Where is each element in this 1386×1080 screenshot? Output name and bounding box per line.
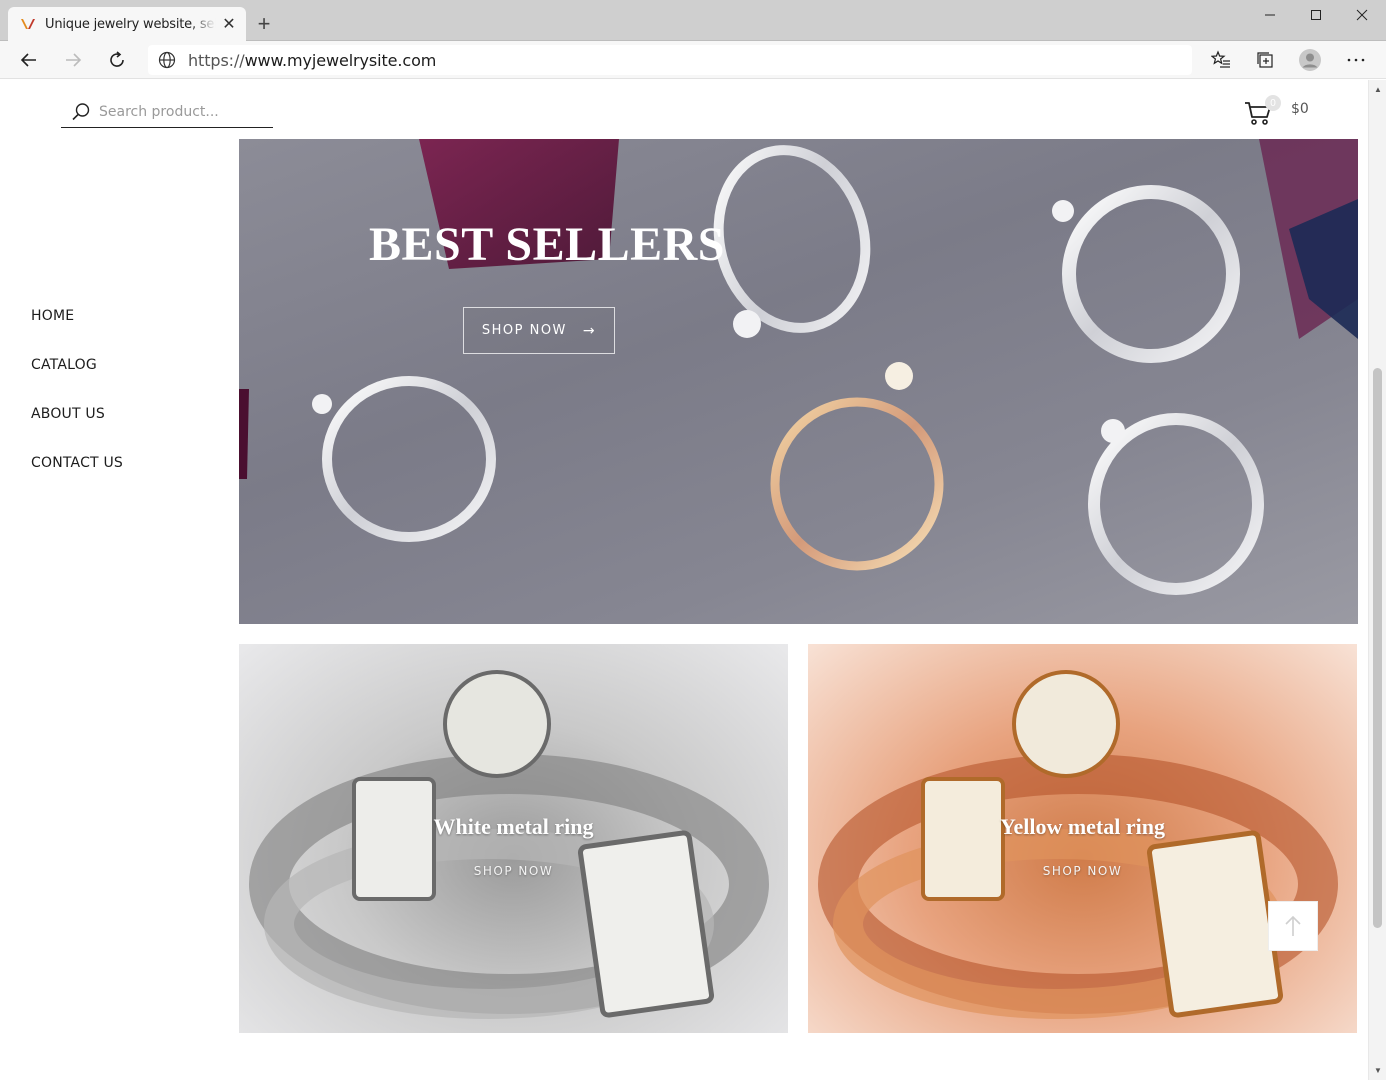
arrow-right-icon: → — [582, 322, 597, 339]
side-navigation: HOME CATALOG ABOUT US CONTACT US — [31, 308, 123, 504]
minimize-button[interactable] — [1247, 0, 1293, 30]
maximize-button[interactable] — [1293, 0, 1339, 30]
category-card-white-metal[interactable]: White metal ring SHOP NOW — [239, 644, 788, 1033]
back-arrow-icon — [20, 53, 36, 67]
hero-title: BEST SELLERS — [369, 218, 725, 271]
favorites-icon — [1211, 50, 1230, 68]
url-host: www.myjewelrysite.com — [244, 50, 437, 70]
nav-item-home[interactable]: HOME — [31, 308, 123, 357]
search-input[interactable] — [99, 104, 269, 120]
category-shop-now-yellow[interactable]: SHOP NOW — [808, 864, 1357, 878]
cart-button[interactable]: 0 — [1243, 94, 1281, 126]
url-protocol: https:// — [188, 50, 245, 70]
url-text: https://www.myjewelrysite.com — [188, 51, 436, 70]
site-favicon-icon — [21, 19, 35, 29]
hero-shop-now-button[interactable]: SHOP NOW → — [463, 307, 615, 354]
hero-shop-now-label: SHOP NOW — [481, 323, 567, 338]
nav-item-contact-us[interactable]: CONTACT US — [31, 455, 123, 504]
more-icon — [1347, 58, 1365, 62]
scroll-down-icon[interactable]: ▼ — [1373, 1065, 1383, 1075]
more-button[interactable] — [1340, 45, 1372, 75]
forward-arrow-icon — [66, 53, 82, 67]
collections-icon — [1257, 52, 1273, 68]
address-bar[interactable]: https://www.myjewelrysite.com — [148, 45, 1192, 75]
scroll-up-icon[interactable]: ▲ — [1373, 84, 1383, 94]
page-content: 0 $0 HOME CATALOG ABOUT US CONTACT US — [0, 80, 1368, 1080]
minimize-icon — [1265, 14, 1275, 16]
nav-item-catalog[interactable]: CATALOG — [31, 357, 123, 406]
tab-close-icon[interactable]: ✕ — [220, 15, 238, 33]
globe-icon — [158, 51, 176, 69]
scrollbar-thumb[interactable] — [1373, 368, 1382, 928]
back-to-top-button[interactable] — [1268, 901, 1318, 951]
browser-tabstrip: Unique jewelry website, selling jewelry … — [0, 0, 1386, 41]
back-button[interactable] — [14, 45, 44, 75]
collections-button[interactable] — [1249, 45, 1281, 75]
favorites-button[interactable] — [1205, 45, 1237, 75]
maximize-icon — [1311, 10, 1321, 20]
cart-total: $0 — [1291, 101, 1309, 117]
cart-count-badge: 0 — [1265, 95, 1281, 111]
hero-rings-image — [239, 139, 1358, 595]
category-title-yellow: Yellow metal ring — [1000, 814, 1165, 839]
refresh-button[interactable] — [102, 45, 132, 75]
search-icon[interactable] — [71, 102, 91, 122]
close-icon — [1356, 9, 1368, 21]
product-search — [61, 97, 273, 128]
forward-button[interactable] — [58, 45, 88, 75]
category-title-white: White metal ring — [433, 814, 594, 839]
category-card-yellow-metal[interactable]: Yellow metal ring SHOP NOW — [808, 644, 1357, 1033]
nav-item-about-us[interactable]: ABOUT US — [31, 406, 123, 455]
category-shop-now-white[interactable]: SHOP NOW — [239, 864, 788, 878]
arrow-up-icon — [1285, 915, 1301, 936]
profile-button[interactable] — [1294, 45, 1326, 75]
refresh-icon — [110, 51, 124, 67]
new-tab-button[interactable]: + — [252, 11, 276, 36]
profile-icon — [1299, 49, 1321, 71]
browser-tab[interactable]: Unique jewelry website, selling jewelry … — [8, 7, 246, 41]
browser-toolbar: https://www.myjewelrysite.com — [0, 41, 1386, 79]
vertical-scrollbar[interactable]: ▲ ▼ — [1368, 80, 1386, 1080]
hero-banner: BEST SELLERS SHOP NOW → — [239, 139, 1358, 624]
close-window-button[interactable] — [1339, 0, 1385, 30]
tab-title: Unique jewelry website, selling jewelry — [45, 16, 216, 32]
